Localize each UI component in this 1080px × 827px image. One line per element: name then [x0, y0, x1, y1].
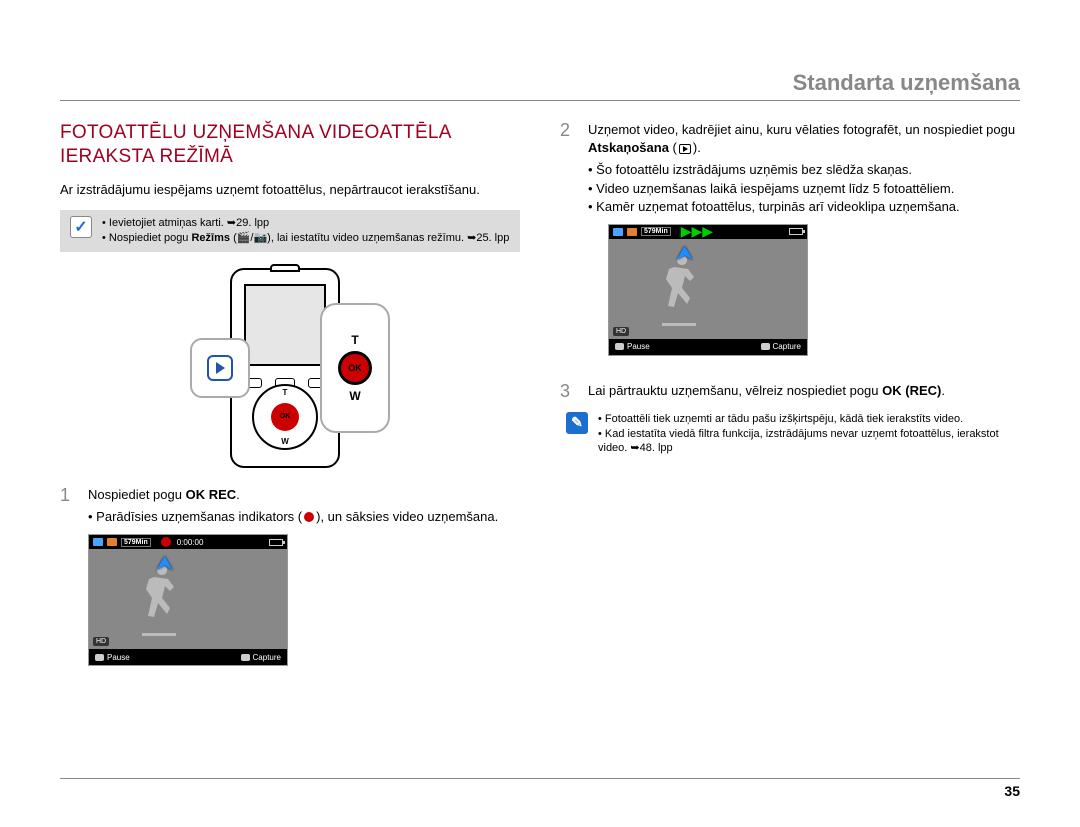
camera-screen [244, 284, 326, 366]
ok-button-callout: T OK W [320, 303, 390, 433]
step-3-number: 3 [560, 382, 574, 402]
content-columns: FOTOATTĒLU UZŅEMŠANA VIDEOATTĒLA IERAKST… [60, 121, 1020, 666]
battery-icon [269, 539, 283, 546]
step-2-number: 2 [560, 121, 574, 216]
intro-text: Ar izstrādājumu iespējams uzņemt fotoatt… [60, 181, 520, 199]
time-remaining: 579Min [121, 538, 151, 547]
hd-badge: HD [93, 637, 109, 646]
prereq-item-2: Nospiediet pogu Režīms (🎬/📷), lai iestat… [102, 231, 509, 246]
left-column: FOTOATTĒLU UZŅEMŠANA VIDEOATTĒLA IERAKST… [60, 121, 520, 666]
rec-dot-icon [304, 512, 314, 522]
battery-icon [789, 228, 803, 235]
playback-small-icon [679, 144, 691, 154]
check-icon [70, 216, 92, 238]
ok-rec-icon: OK [338, 351, 372, 385]
prerequisite-note: Ievietojiet atmiņas karti. ➥29. lpp Nosp… [60, 210, 520, 252]
key-icon [241, 654, 250, 661]
sd-icon [93, 538, 103, 546]
step-2-bullet-2: Video uzņemšanas laikā iespējams uzņemt … [588, 180, 1020, 198]
arrow-up-icon: ⮝ [157, 553, 172, 574]
elapsed-time: 0:00:00 [177, 538, 204, 547]
fast-forward-icon: ▶▶▶ [681, 223, 713, 240]
rec-indicator-icon [161, 537, 171, 547]
info-item-2: Kad iestatīta viedā filtra funkcija, izs… [598, 427, 1014, 457]
step-3: 3 Lai pārtrauktu uzņemšanu, vēlreiz nosp… [560, 382, 1020, 402]
key-icon [95, 654, 104, 661]
step-1-number: 1 [60, 486, 74, 526]
lcd-preview-1: 579Min 0:00:00 ⮝ HD Pause Capture [88, 534, 288, 666]
capture-label: Capture [241, 653, 281, 662]
prereq-list: Ievietojiet atmiņas karti. ➥29. lpp Nosp… [102, 216, 509, 246]
prereq-item-1: Ievietojiet atmiņas karti. ➥29. lpp [102, 216, 509, 231]
playback-icon [207, 355, 233, 381]
pause-label: Pause [615, 342, 650, 351]
info-note: Fotoattēli tiek uzņemti ar tādu pašu izš… [560, 412, 1020, 457]
step-1-bullet: Parādīsies uzņemšanas indikators (), un … [88, 508, 520, 526]
key-icon [615, 343, 624, 350]
header-title: Standarta uzņemšana [793, 70, 1020, 95]
info-item-1: Fotoattēli tiek uzņemti ar tādu pašu izš… [598, 412, 1014, 427]
lcd-preview-2: 579Min ▶▶▶ ⮝ HD Pause Capture [608, 224, 808, 356]
right-column: 2 Uzņemot video, kadrējiet ainu, kuru vē… [560, 121, 1020, 666]
page-header: Standarta uzņemšana [60, 70, 1020, 101]
pencil-icon [566, 412, 588, 434]
step-2-bullet-1: Šo fotoattēlu izstrādājums uzņēmis bez s… [588, 161, 1020, 179]
camera-dpad: T OK W [252, 384, 318, 450]
card-icon [627, 228, 637, 236]
step-1: 1 Nospiediet pogu OK REC. Parādīsies uzņ… [60, 486, 520, 526]
step-2-bullet-3: Kamēr uzņemat fotoattēlus, turpinās arī … [588, 198, 1020, 216]
time-remaining: 579Min [641, 227, 671, 236]
playback-button-callout [190, 338, 250, 398]
card-icon [107, 538, 117, 546]
arrow-up-icon: ⮝ [677, 243, 692, 264]
page-number: 35 [60, 778, 1020, 799]
hd-badge: HD [613, 327, 629, 336]
camera-figure: T OK W T OK W [60, 268, 520, 468]
section-title: FOTOATTĒLU UZŅEMŠANA VIDEOATTĒLA IERAKST… [60, 121, 520, 169]
sd-icon [613, 228, 623, 236]
step-2: 2 Uzņemot video, kadrējiet ainu, kuru vē… [560, 121, 1020, 216]
capture-label: Capture [761, 342, 801, 351]
pause-label: Pause [95, 653, 130, 662]
key-icon [761, 343, 770, 350]
ok-rec-button: OK [271, 403, 299, 431]
